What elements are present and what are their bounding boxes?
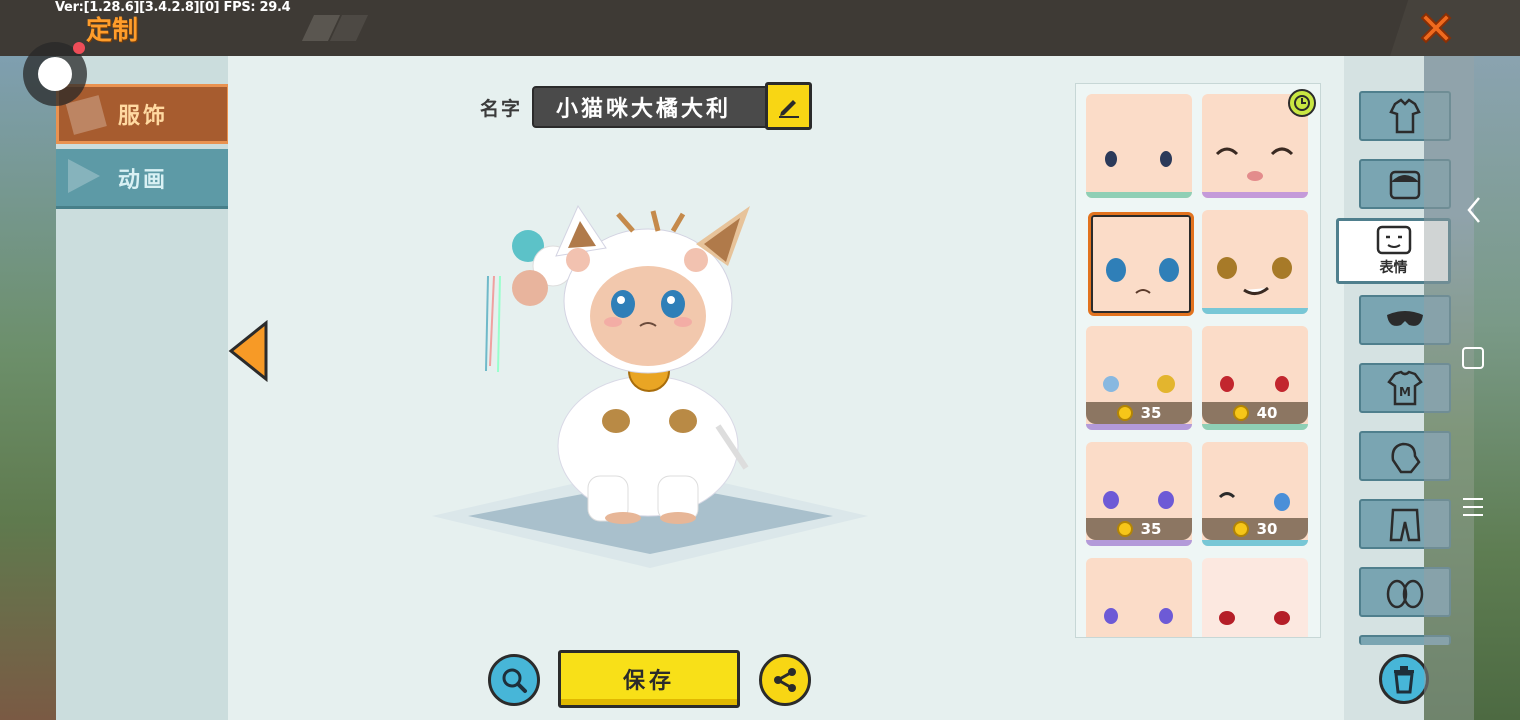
notification-dot	[73, 42, 85, 54]
background-left	[0, 56, 56, 720]
svg-text:M: M	[1399, 385, 1411, 399]
trash-icon	[1394, 666, 1414, 694]
rarity-strip	[1086, 424, 1192, 430]
menu-icon[interactable]	[1462, 496, 1484, 518]
rarity-strip	[1202, 424, 1308, 430]
expression-grid: 35 40 35 30	[1075, 83, 1321, 638]
system-navigation-bar	[1424, 56, 1474, 720]
close-icon	[1420, 12, 1452, 44]
category-label: 动画	[117, 167, 168, 193]
coin-icon	[1232, 405, 1249, 421]
price-value: 35	[1140, 404, 1162, 422]
price-value: 35	[1140, 520, 1162, 538]
price-tag: 35	[1086, 518, 1192, 540]
expression-item[interactable]	[1202, 558, 1308, 637]
debug-info: Ver:[1.28.6][3.4.2.8][0] FPS: 29.4	[55, 0, 291, 15]
animation-watermark-icon	[68, 159, 100, 193]
rarity-strip	[1202, 540, 1308, 546]
expression-face-icon	[1105, 151, 1172, 167]
outfit-icon	[1389, 98, 1421, 134]
pants-icon	[1389, 508, 1421, 542]
price-tag: 30	[1202, 518, 1308, 540]
tab-expression-label: 表情	[1379, 260, 1408, 276]
rotate-left-arrow-icon[interactable]	[228, 320, 270, 382]
price-tag: 35	[1086, 402, 1192, 424]
category-tab-outfit[interactable]: 服饰	[56, 84, 230, 144]
expression-item[interactable]	[1202, 210, 1308, 314]
expression-item-selected[interactable]	[1088, 212, 1194, 316]
expression-face-icon	[1106, 258, 1179, 294]
category-label: 服饰	[117, 104, 168, 129]
price-value: 40	[1256, 404, 1278, 422]
coin-icon	[1232, 521, 1249, 537]
background-right	[1474, 56, 1520, 720]
mask-icon	[1387, 311, 1423, 326]
rarity-strip	[1086, 192, 1192, 198]
search-icon	[502, 668, 527, 693]
avatar-preview[interactable]	[428, 196, 872, 576]
face-icon	[1376, 225, 1411, 255]
home-icon[interactable]	[1461, 346, 1485, 370]
floating-overlay-dot	[38, 57, 72, 91]
share-icon	[774, 668, 796, 692]
expression-item[interactable]	[1086, 94, 1192, 198]
coin-icon	[1116, 405, 1133, 421]
close-button[interactable]	[1414, 6, 1458, 50]
hair-icon	[1389, 170, 1421, 200]
back-icon[interactable]	[1466, 196, 1482, 224]
edit-name-button[interactable]	[765, 82, 812, 130]
page-title: 定制	[86, 16, 139, 46]
gloves-icon	[1391, 442, 1421, 474]
share-button[interactable]	[759, 654, 811, 706]
expression-item[interactable]	[1086, 558, 1192, 637]
floating-overlay-button[interactable]	[23, 42, 87, 106]
name-label: 名字	[480, 98, 523, 120]
expression-item[interactable]: 35	[1086, 442, 1192, 546]
coin-icon	[1116, 521, 1133, 537]
name-field[interactable]: 小猫咪大橘大利	[532, 86, 768, 128]
save-button[interactable]: 保存	[558, 650, 740, 708]
price-tag: 40	[1202, 402, 1308, 424]
clock-icon	[1294, 95, 1310, 111]
expression-face-icon	[1217, 257, 1292, 295]
rarity-strip	[1086, 540, 1192, 546]
expression-item[interactable]: 35	[1086, 326, 1192, 430]
expression-face-icon	[1219, 611, 1290, 625]
pencil-icon	[778, 100, 799, 118]
price-value: 30	[1256, 520, 1278, 538]
delete-button[interactable]	[1379, 654, 1429, 704]
zoom-button[interactable]	[488, 654, 540, 706]
expression-item[interactable]: 30	[1202, 442, 1308, 546]
category-tab-animation[interactable]: 动画	[56, 149, 230, 209]
shirt-icon: M	[1387, 370, 1423, 406]
expression-item[interactable]: 40	[1202, 326, 1308, 430]
limited-time-badge	[1288, 89, 1316, 117]
rarity-strip	[1202, 192, 1308, 198]
shoes-icon	[1386, 579, 1424, 609]
rarity-strip	[1202, 308, 1308, 314]
expression-face-icon	[1104, 608, 1173, 624]
